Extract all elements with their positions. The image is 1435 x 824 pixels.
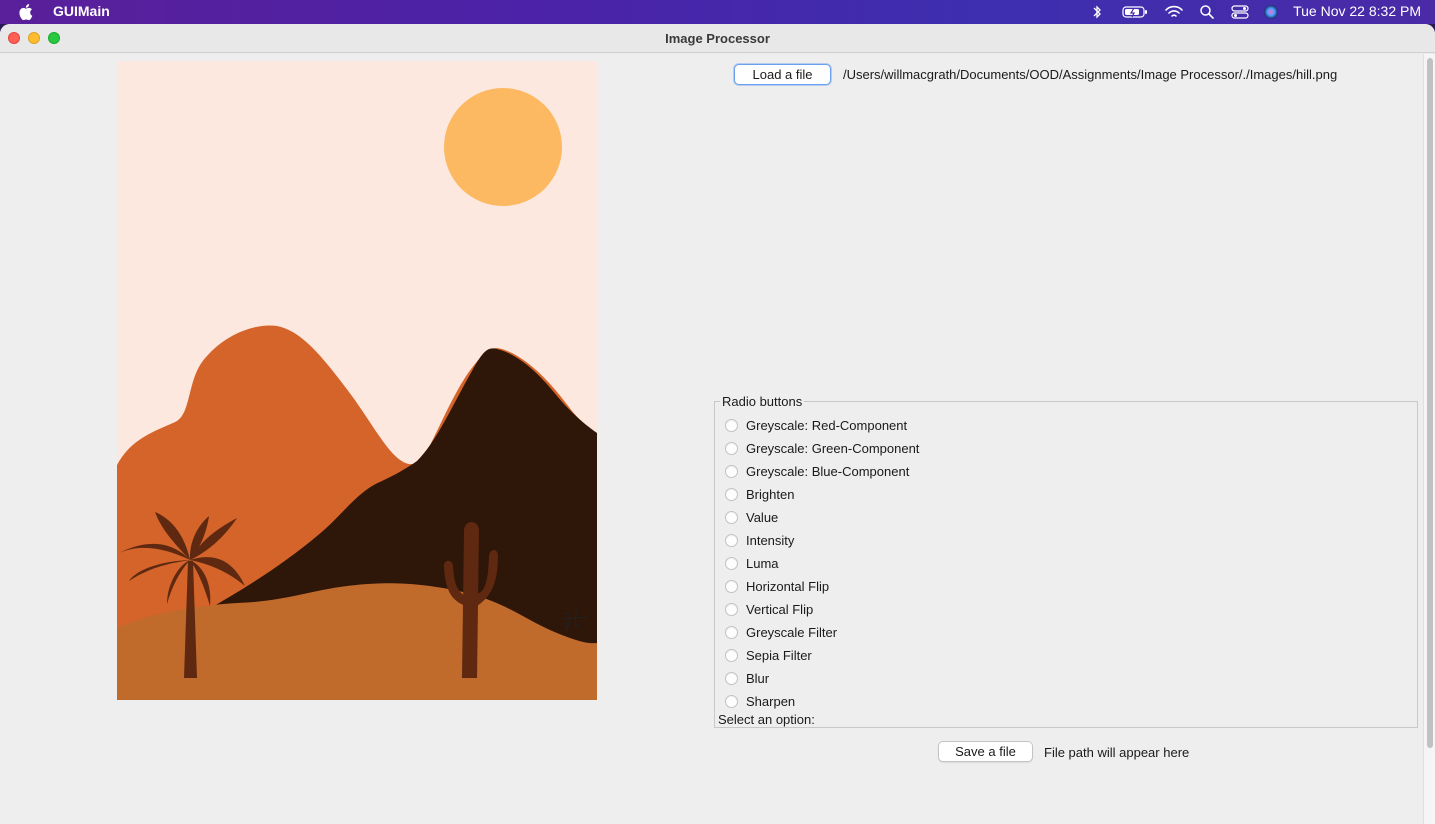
radio-label[interactable]: Greyscale: Green-Component xyxy=(746,441,919,456)
image-preview xyxy=(117,61,597,700)
radio-vertical-flip[interactable]: Vertical Flip xyxy=(725,600,813,618)
app-window: Image Processor Load a file /Users/willm… xyxy=(0,24,1435,824)
title-bar[interactable]: Image Processor xyxy=(0,24,1435,53)
save-file-button[interactable]: Save a file xyxy=(938,741,1033,762)
radio-intensity[interactable]: Intensity xyxy=(725,531,794,549)
spotlight-icon[interactable] xyxy=(1199,4,1215,20)
radio-label[interactable]: Sepia Filter xyxy=(746,648,812,663)
vertical-scrollbar[interactable] xyxy=(1423,54,1435,824)
radio-label[interactable]: Intensity xyxy=(746,533,794,548)
radio-label[interactable]: Greyscale Filter xyxy=(746,625,837,640)
radio-circle[interactable] xyxy=(725,625,738,639)
load-file-button[interactable]: Load a file xyxy=(734,64,831,85)
apple-icon[interactable] xyxy=(19,3,35,21)
radio-horizontal-flip[interactable]: Horizontal Flip xyxy=(725,577,829,595)
radio-circle[interactable] xyxy=(725,441,738,455)
window-content: Load a file /Users/willmacgrath/Document… xyxy=(0,54,1435,824)
radio-circle[interactable] xyxy=(725,694,738,708)
app-menu-name[interactable]: GUIMain xyxy=(53,3,110,19)
radio-sepia-filter[interactable]: Sepia Filter xyxy=(725,646,812,664)
menu-bar: GUIMain Tue Nov 22 8:32 PM xyxy=(0,0,1435,24)
radio-label[interactable]: Vertical Flip xyxy=(746,602,813,617)
radio-blur[interactable]: Blur xyxy=(725,669,769,687)
radio-circle[interactable] xyxy=(725,464,738,478)
radio-luma[interactable]: Luma xyxy=(725,554,779,572)
battery-icon[interactable] xyxy=(1122,4,1148,20)
menu-clock[interactable]: Tue Nov 22 8:32 PM xyxy=(1293,3,1421,19)
radio-label[interactable]: Luma xyxy=(746,556,779,571)
radio-greyscale-red[interactable]: Greyscale: Red-Component xyxy=(725,416,907,434)
radio-value[interactable]: Value xyxy=(725,508,778,526)
radio-circle[interactable] xyxy=(725,556,738,570)
select-option-label: Select an option: xyxy=(718,712,815,727)
radio-greyscale-green[interactable]: Greyscale: Green-Component xyxy=(725,439,919,457)
window-title: Image Processor xyxy=(665,31,770,46)
radio-label[interactable]: Horizontal Flip xyxy=(746,579,829,594)
radio-label[interactable]: Sharpen xyxy=(746,694,795,709)
radio-circle[interactable] xyxy=(725,510,738,524)
radio-circle[interactable] xyxy=(725,602,738,616)
radio-buttons-panel: Radio buttons Greyscale: Red-Component G… xyxy=(714,394,1418,728)
save-file-path: File path will appear here xyxy=(1044,745,1190,760)
radio-brighten[interactable]: Brighten xyxy=(725,485,794,503)
radio-circle[interactable] xyxy=(725,648,738,662)
loaded-file-path: /Users/willmacgrath/Documents/OOD/Assign… xyxy=(843,67,1338,82)
radio-circle[interactable] xyxy=(725,671,738,685)
radio-circle[interactable] xyxy=(725,579,738,593)
radio-group-legend: Radio buttons xyxy=(720,394,805,409)
radio-label[interactable]: Blur xyxy=(746,671,769,686)
radio-circle[interactable] xyxy=(725,487,738,501)
radio-label[interactable]: Brighten xyxy=(746,487,794,502)
bluetooth-icon[interactable] xyxy=(1091,4,1103,20)
scrollbar-thumb[interactable] xyxy=(1427,58,1433,748)
radio-circle[interactable] xyxy=(725,533,738,547)
radio-label[interactable]: Greyscale: Red-Component xyxy=(746,418,907,433)
radio-label[interactable]: Greyscale: Blue-Component xyxy=(746,464,909,479)
wifi-icon[interactable] xyxy=(1164,4,1184,20)
radio-circle[interactable] xyxy=(725,418,738,432)
radio-greyscale-blue[interactable]: Greyscale: Blue-Component xyxy=(725,462,909,480)
hill-image xyxy=(117,61,597,700)
control-center-icon[interactable] xyxy=(1231,4,1249,20)
siri-icon[interactable] xyxy=(1263,4,1279,20)
radio-label[interactable]: Value xyxy=(746,510,778,525)
sun-shape xyxy=(444,88,562,206)
radio-sharpen[interactable]: Sharpen xyxy=(725,692,795,710)
radio-greyscale-filter[interactable]: Greyscale Filter xyxy=(725,623,837,641)
